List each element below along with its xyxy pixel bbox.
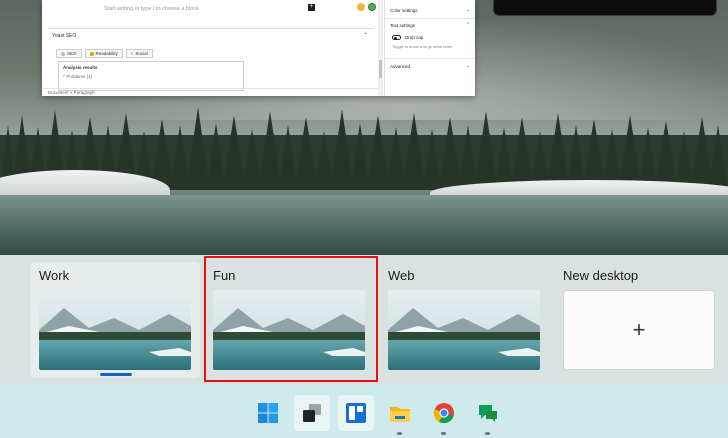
desktop-thumbnail[interactable] — [388, 290, 540, 370]
google-chat-button[interactable] — [470, 395, 506, 431]
tab-seo[interactable]: SEO — [56, 49, 82, 58]
block-placeholder[interactable]: Start writing or type / to choose a bloc… — [104, 6, 199, 12]
task-view-button[interactable] — [294, 395, 330, 431]
share-icon: < — [130, 51, 134, 56]
terminal-window[interactable] — [493, 0, 717, 16]
tab-readability[interactable]: Readability — [84, 49, 123, 58]
drop-cap-toggle[interactable] — [392, 35, 401, 40]
new-desktop-label: New desktop — [563, 268, 639, 283]
editor-window[interactable]: Start writing or type / to choose a bloc… — [42, 0, 475, 96]
windows-start-icon — [258, 403, 278, 423]
tab-social[interactable]: < Social — [125, 49, 153, 58]
add-block-button[interactable]: + — [308, 4, 315, 11]
analysis-title: Analysis results — [63, 65, 98, 70]
desktop-label: Web — [388, 268, 415, 283]
editor-scroll-thumb[interactable] — [379, 60, 382, 78]
analysis-results-box: Analysis results ^ Problems (1) — [58, 61, 244, 91]
desktop-card-work[interactable]: Work — [30, 262, 200, 378]
wallpaper-lake — [0, 195, 728, 255]
yoast-panel-title[interactable]: Yoast SEO — [52, 33, 76, 39]
running-indicator — [397, 432, 402, 435]
widgets-button[interactable] — [338, 395, 374, 431]
breadcrumb-text[interactable]: Document > Paragraph — [48, 90, 95, 95]
editor-scrollbar[interactable] — [378, 0, 383, 96]
color-settings-toggle[interactable]: Color settings — [390, 8, 418, 13]
desktop-label: Work — [39, 268, 70, 283]
chevron-up-icon[interactable]: ⌃ — [363, 32, 368, 39]
advanced-toggle[interactable]: Advanced — [390, 64, 410, 69]
problems-toggle[interactable]: ^ Problems (1) — [63, 74, 92, 79]
editor-breadcrumb: Document > Paragraph — [42, 88, 378, 96]
divider — [385, 18, 475, 19]
drop-cap-label: Drop cap — [405, 35, 424, 40]
start-button[interactable] — [250, 395, 286, 431]
desktop-card-web[interactable]: Web — [379, 262, 549, 378]
highlight-selection-box — [204, 256, 378, 382]
google-chat-icon — [479, 405, 497, 422]
chevron-down-icon[interactable]: ⌄ — [466, 63, 470, 69]
task-view-icon — [303, 404, 321, 422]
yoast-tabs: SEO Readability < Social — [56, 49, 153, 58]
grammar-check-icon[interactable] — [368, 3, 376, 11]
block-settings-sidebar: Color settings ⌄ Text settings ⌃ Drop ca… — [384, 0, 475, 96]
drop-cap-hint: Toggle to show a large initial letter. — [392, 44, 454, 49]
plus-icon: + — [632, 317, 646, 342]
file-explorer-icon — [390, 407, 410, 422]
file-explorer-button[interactable] — [382, 395, 418, 431]
new-desktop-button[interactable]: + — [563, 290, 715, 370]
desktop-thumbnail[interactable] — [39, 290, 191, 370]
chrome-icon — [433, 403, 454, 424]
running-indicator — [441, 432, 446, 435]
chrome-button[interactable] — [426, 395, 462, 431]
active-desktop-indicator — [100, 373, 132, 376]
chevron-down-icon[interactable]: ⌄ — [466, 7, 470, 13]
editor-canvas[interactable]: Start writing or type / to choose a bloc… — [42, 0, 378, 96]
running-indicator — [485, 432, 490, 435]
widgets-icon — [346, 403, 366, 423]
text-settings-toggle[interactable]: Text settings — [390, 23, 415, 28]
yoast-seo-panel: Yoast SEO ⌃ SEO Readability < Social Anal… — [48, 28, 374, 91]
divider — [385, 58, 475, 59]
emoji-icon[interactable] — [357, 3, 365, 11]
chevron-up-icon[interactable]: ⌃ — [466, 22, 470, 28]
